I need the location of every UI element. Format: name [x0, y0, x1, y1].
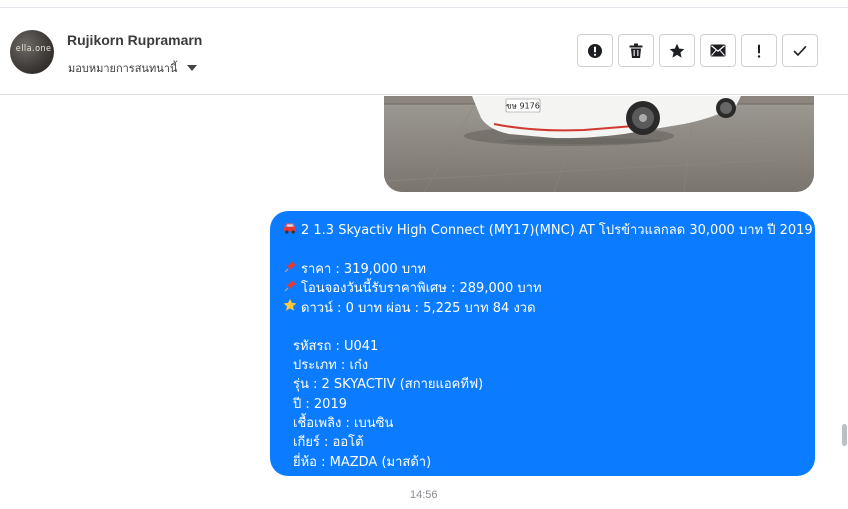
conversation-header: ella.one Rujikorn Rupramarn มอบหมายการสน… [0, 8, 848, 95]
special-price-line: โอนจองวันนี้รับราคาพิเศษ : 289,000 บาท [283, 279, 801, 298]
car-emoji-icon [283, 221, 297, 240]
exclamation-circle-icon [588, 43, 602, 58]
car-gear: เกียร์ : ออโต้ [293, 435, 364, 451]
special-price-text: โอนจองวันนี้รับราคาพิเศษ : 289,000 บาท [301, 280, 542, 296]
star-icon [669, 43, 685, 58]
trash-icon [629, 43, 643, 58]
scrollbar-thumb[interactable] [842, 424, 847, 446]
spam-button[interactable] [577, 34, 613, 67]
car-year: ปี : 2019 [293, 396, 347, 412]
contact-name[interactable]: Rujikorn Rupramarn [67, 32, 202, 48]
top-edge [0, 0, 848, 8]
price-text: ราคา : 319,000 บาท [301, 261, 426, 277]
message-title-line: 2 1.3 Skyactiv High Connect (MY17)(MNC) … [283, 221, 813, 240]
down-payment-text: ดาวน์ : 0 บาท ผ่อน : 5,225 บาท 84 งวด [301, 301, 536, 317]
follow-up-button[interactable] [741, 34, 777, 67]
assign-label: มอบหมายการสนทนานี้ [68, 63, 178, 75]
mark-unread-button[interactable] [700, 34, 736, 67]
car-model: รุ่น : 2 SKYACTIV (สกายแอคทีฟ) [293, 377, 484, 393]
pushpin-icon [283, 260, 297, 279]
price-line: ราคา : 319,000 บาท [283, 260, 801, 279]
message-title: 2 1.3 Skyactiv High Connect (MY17)(MNC) … [301, 223, 813, 238]
avatar[interactable]: ella.one [10, 30, 54, 74]
caret-down-icon [187, 65, 198, 71]
envelope-icon [710, 44, 726, 57]
down-payment-line: ดาวน์ : 0 บาท ผ่อน : 5,225 บาท 84 งวด [283, 298, 801, 317]
car-photo[interactable]: ขษ 9176 [384, 96, 814, 192]
license-plate: ขษ 9176 [506, 102, 540, 111]
car-brand: ยี่ห้อ : MAZDA (มาสด้า) [293, 454, 432, 470]
car-type: ประเภท : เก๋ง [293, 358, 369, 374]
car-code: รหัสรถ : U041 [293, 338, 379, 354]
exclamation-icon [757, 44, 761, 58]
avatar-logo-text: ella.one [15, 44, 52, 54]
message-bubble[interactable]: 2 1.3 Skyactiv High Connect (MY17)(MNC) … [270, 211, 815, 476]
delete-button[interactable] [618, 34, 654, 67]
check-icon [793, 45, 807, 56]
car-fuel: เชื้อเพลิง : เบนซิน [293, 415, 394, 431]
star-emoji-icon [283, 298, 297, 318]
car-photo-image: ขษ 9176 [384, 96, 814, 192]
message-timestamp: 14:56 [410, 489, 438, 501]
scrollbar[interactable] [841, 96, 848, 509]
assign-conversation-dropdown[interactable]: มอบหมายการสนทนานี้ [68, 59, 198, 77]
star-button[interactable] [659, 34, 695, 67]
mark-done-button[interactable] [782, 34, 818, 67]
header-actions [577, 34, 818, 67]
pushpin-icon [283, 279, 297, 298]
